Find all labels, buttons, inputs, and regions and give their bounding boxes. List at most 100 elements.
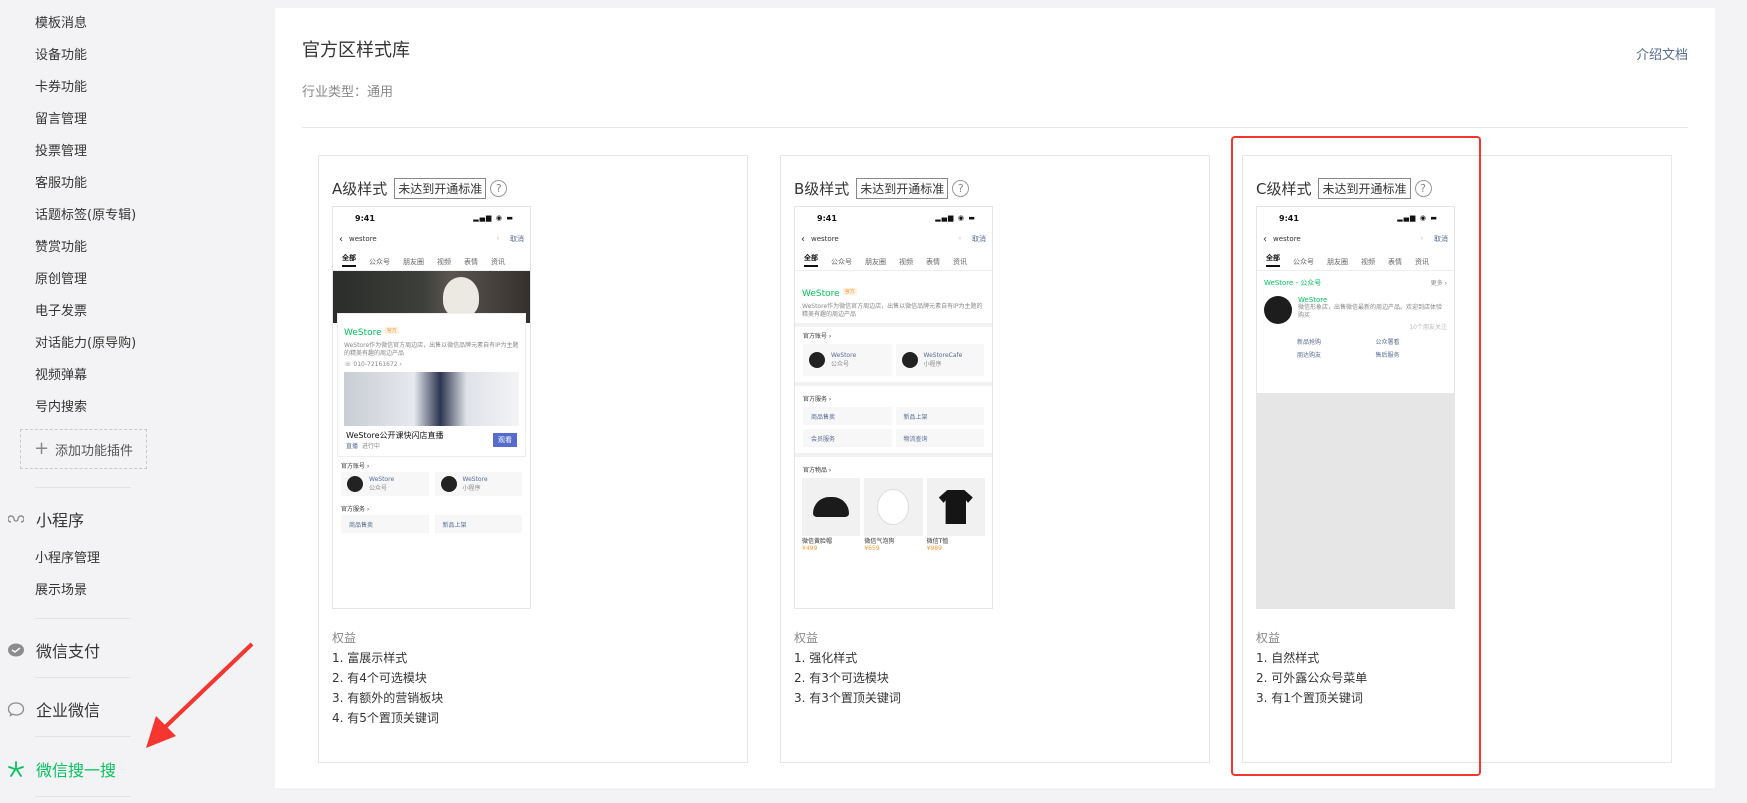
menu-item: 售后服务 (1375, 352, 1400, 359)
sidebar-item-miniprogram-manage[interactable]: 小程序管理 (35, 547, 100, 566)
goods-card: 微信黄脸帽 ¥499 (802, 478, 861, 552)
add-plugin-button[interactable]: + 添加功能插件 (20, 429, 147, 469)
brand-name: WeStore (802, 289, 840, 299)
phone-preview: 9:41 ▂▄▆ ◉ ▬ ‹ westore ◦ 取消 全部 公众号 朋友圈 视… (794, 206, 993, 609)
divider (35, 618, 131, 619)
phone-time: 9:41 (355, 213, 375, 223)
brand-desc: 微信形象店，出售微信最新的周边产品。欢迎到店体验购买 (1298, 304, 1443, 319)
benefits-list: 权益 1. 自然样式 2. 可外露公众号菜单 3. 有1个置顶关键词 (1256, 628, 1367, 708)
sidebar-cat-search[interactable]: 微信搜一搜 (6, 757, 116, 781)
divider (35, 796, 131, 797)
column-title: B级样式 (794, 180, 850, 198)
help-icon[interactable]: ? (1414, 180, 1432, 197)
style-column-b: B级样式 未达到开通标准 ? 9:41 ▂▄▆ ◉ ▬ ‹ westore ◦ … (780, 155, 1210, 763)
official-badge: 官方 (384, 327, 399, 334)
goods-card: 微信气泡狗 ¥659 (864, 478, 923, 552)
sidebar-item-vote[interactable]: 投票管理 (35, 140, 87, 159)
sidebar-item-invoice[interactable]: 电子发票 (35, 300, 87, 319)
live-status: 进行中 (361, 443, 380, 450)
brand-desc: WeStore作为微信官方周边店，出售以微信品牌元素自有IP为主题的精美有趣的周… (802, 303, 983, 318)
phone-tabs: 全部 公众号 朋友圈 视频 表情 资讯 (333, 249, 530, 271)
more-link: 更多 (1430, 280, 1443, 287)
intro-doc-link[interactable]: 介绍文档 (1636, 44, 1688, 63)
service-pill: 物流查询 (895, 429, 984, 447)
goods-price: ¥659 (864, 545, 880, 552)
main-panel: 官方区样式库 行业类型：通用 介绍文档 A级样式 未达到开通标准 ? 9:41 … (275, 8, 1715, 788)
sidebar-item-service[interactable]: 客服功能 (35, 172, 87, 191)
sidebar-item-reward[interactable]: 赞赏功能 (35, 236, 87, 255)
annotation-arrow (146, 642, 254, 748)
sidebar-item-in-account-search[interactable]: 号内搜索 (35, 396, 87, 415)
account-type: 公众号 (831, 361, 850, 368)
account-type: 小程序 (923, 361, 942, 368)
service-pill: 商品售卖 (803, 407, 892, 425)
sidebar-item-topic[interactable]: 话题标签(原专辑) (35, 204, 136, 223)
benefits-title: 权益 (332, 631, 357, 645)
help-icon[interactable]: ? (952, 180, 970, 197)
goods-price: ¥499 (802, 545, 818, 552)
work-label: 企业微信 (36, 701, 101, 720)
live-title: WeStore公开课快闪店直播 (346, 431, 444, 440)
section-title: 官方服务 (341, 506, 366, 513)
phone-query: westore (811, 235, 839, 243)
phone-search-bar: ‹ westore ◦ 取消 (795, 229, 992, 249)
account-card: WeStore 公众号 (341, 472, 429, 496)
status-badge: 未达到开通标准 (1318, 178, 1411, 199)
column-title: C级样式 (1256, 180, 1312, 198)
section-title: 官方物品 (803, 467, 828, 474)
benefits-list: 权益 1. 强化样式 2. 有3个可选模块 3. 有3个置顶关键词 (794, 628, 901, 708)
style-column-a: A级样式 未达到开通标准 ? 9:41 ▂▄▆ ◉ ▬ ‹ westore ◦ … (318, 155, 748, 763)
help-icon[interactable]: ? (490, 180, 508, 197)
sidebar-item-original[interactable]: 原创管理 (35, 268, 87, 287)
divider (35, 487, 131, 488)
benefit-item: 3. 有1个置顶关键词 (1256, 691, 1363, 705)
sidebar-item-template-msg[interactable]: 模板消息 (35, 12, 87, 31)
sidebar-item-device[interactable]: 设备功能 (35, 44, 87, 63)
phone-tab: 朋友圈 (403, 258, 424, 266)
phone-query: westore (1273, 235, 1301, 243)
phone-tab: 公众号 (831, 258, 852, 266)
benefit-item: 2. 有3个可选模块 (794, 671, 889, 685)
phone-query: westore (349, 235, 377, 243)
live-banner-image (344, 372, 519, 426)
sidebar-item-card[interactable]: 卡券功能 (35, 76, 87, 95)
sidebar-item-danmaku[interactable]: 视频弹幕 (35, 364, 87, 383)
phone-tabs: 全部 公众号 朋友圈 视频 表情 资讯 (795, 249, 992, 271)
phone-tab: 表情 (464, 258, 478, 266)
avatar (809, 352, 825, 368)
menu-item: 新品抢购 (1297, 339, 1322, 346)
sidebar-item-scene[interactable]: 展示场景 (35, 579, 87, 598)
avatar (440, 476, 457, 492)
goods-name: 微信黄脸帽 (802, 538, 833, 545)
section-accounts: 官方账号 › (341, 463, 370, 470)
style-column-c: C级样式 未达到开通标准 ? 9:41 ▂▄▆ ◉ ▬ ‹ westore ◦ … (1242, 155, 1672, 763)
brand-line: WeStore - 公众号 (1264, 279, 1322, 287)
account-menu: 新品抢购 公众署看 朋达购友 售后服务 (1257, 335, 1454, 365)
phone-tab: 表情 (1388, 258, 1402, 266)
goods-price: ¥989 (926, 545, 942, 552)
phone-tab: 资讯 (1415, 258, 1429, 266)
brand-card: WeStore 官方 WeStore作为微信官方周边店，出售以微信品牌元素自有IP… (337, 313, 526, 457)
empty-area (1257, 393, 1454, 608)
miniprogram-icon (6, 509, 26, 529)
benefit-item: 1. 自然样式 (1256, 651, 1320, 665)
brand-name: WeStore (1298, 296, 1328, 304)
sidebar-item-comment[interactable]: 留言管理 (35, 108, 87, 127)
phone-status-bar: 9:41 ▂▄▆ ◉ ▬ (1257, 207, 1454, 229)
service-pill: 新品上架 (434, 515, 522, 533)
section-goods: 官方物品 › (803, 467, 832, 474)
account-name: WeStore (462, 476, 488, 483)
sidebar-cat-work[interactable]: 企业微信 (6, 697, 100, 721)
phone-number: 010-72161672 (353, 361, 398, 368)
account-card: WeStoreCafe 小程序 (895, 344, 984, 376)
goods-name: 微信T恤 (926, 538, 949, 545)
sidebar-item-dialog[interactable]: 对话能力(原导购) (35, 332, 136, 351)
sidebar-cat-miniprogram[interactable]: 小程序 (6, 507, 84, 531)
account-type: 公众号 (369, 485, 388, 492)
sidebar: 模板消息 设备功能 卡券功能 留言管理 投票管理 客服功能 话题标签(原专辑) … (0, 0, 260, 803)
avatar (347, 476, 363, 492)
brand-desc: WeStore作为微信官方周边店，出售以微信品牌元素自有IP为主题的精美有趣的周… (344, 342, 519, 357)
divider (35, 736, 131, 737)
phone-time: 9:41 (817, 213, 837, 223)
sidebar-cat-pay[interactable]: 微信支付 (6, 638, 100, 662)
